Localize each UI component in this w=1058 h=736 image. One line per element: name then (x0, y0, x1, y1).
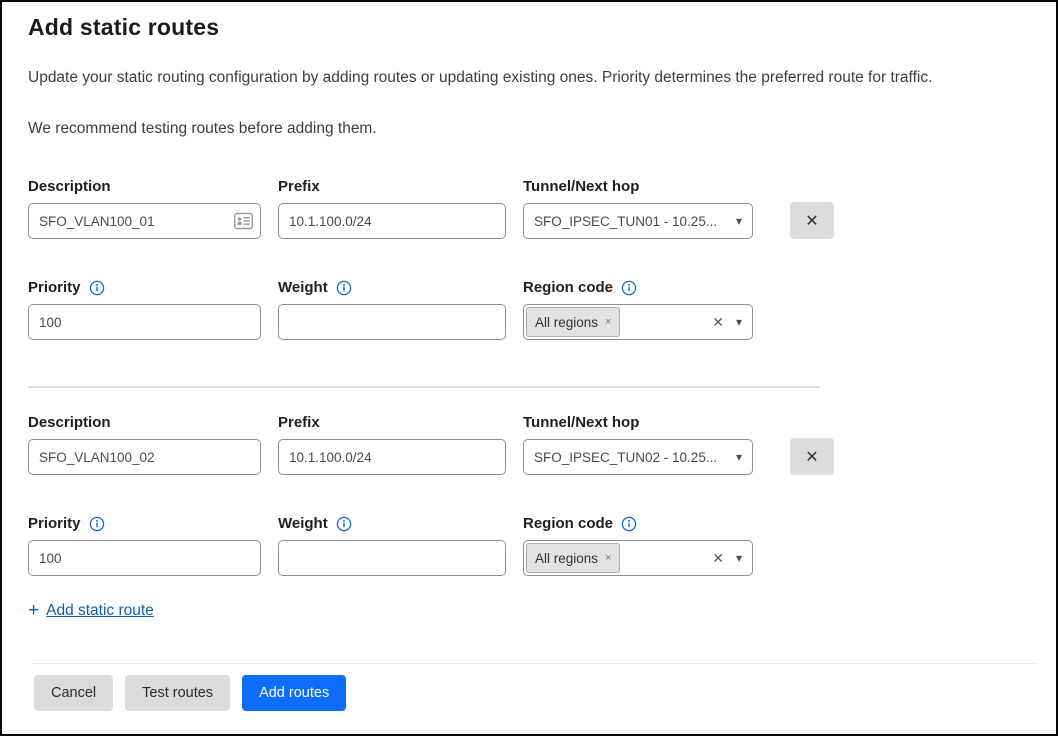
add-routes-button[interactable]: Add routes (242, 675, 346, 711)
clear-icon[interactable]: ✕ (706, 551, 730, 565)
test-routes-button[interactable]: Test routes (125, 675, 230, 711)
tunnel-selected-value: SFO_IPSEC_TUN01 - 10.25... (524, 214, 730, 229)
chip-remove-icon[interactable]: × (605, 316, 611, 328)
info-icon[interactable] (621, 516, 637, 532)
tunnel-field: Tunnel/Next hop SFO_IPSEC_TUN01 - 10.25.… (523, 178, 753, 239)
region-code-select[interactable]: All regions × ✕ ▾ (523, 304, 753, 340)
region-code-field: Region code All regions × ✕ ▾ (523, 279, 753, 340)
prefix-field: Prefix (278, 178, 506, 239)
weight-label: Weight (278, 279, 328, 296)
tunnel-field: Tunnel/Next hop SFO_IPSEC_TUN02 - 10.25.… (523, 414, 753, 475)
prefix-input[interactable] (278, 439, 506, 475)
tunnel-selected-value: SFO_IPSEC_TUN02 - 10.25... (524, 450, 730, 465)
section-divider (28, 386, 820, 388)
footer-actions: Cancel Test routes Add routes (34, 675, 346, 711)
priority-field: Priority (28, 279, 261, 340)
plus-icon: + (28, 601, 39, 620)
weight-input[interactable] (278, 540, 506, 576)
cancel-button[interactable]: Cancel (34, 675, 113, 711)
region-code-label: Region code (523, 279, 613, 296)
chevron-down-icon[interactable]: ▾ (730, 451, 752, 463)
add-static-route-link[interactable]: Add static route (46, 602, 154, 620)
tunnel-label: Tunnel/Next hop (523, 178, 753, 195)
description-input[interactable] (28, 203, 261, 239)
region-chip-label: All regions (535, 551, 598, 566)
tunnel-select[interactable]: SFO_IPSEC_TUN01 - 10.25... ▾ (523, 203, 753, 239)
priority-label: Priority (28, 279, 81, 296)
intro-text: Update your static routing configuration… (28, 69, 932, 87)
priority-label: Priority (28, 515, 81, 532)
info-icon[interactable] (336, 280, 352, 296)
recommendation-text: We recommend testing routes before addin… (28, 120, 377, 138)
description-input[interactable] (28, 439, 261, 475)
prefix-label: Prefix (278, 178, 506, 195)
description-field: Description (28, 414, 261, 475)
region-code-field: Region code All regions × ✕ ▾ (523, 515, 753, 576)
chevron-down-icon[interactable]: ▾ (730, 552, 752, 564)
prefix-label: Prefix (278, 414, 506, 431)
add-static-routes-dialog: Add static routes Update your static rou… (0, 0, 1058, 736)
route-2-options-row: Priority Weight Region code (28, 515, 753, 576)
prefix-field: Prefix (278, 414, 506, 475)
priority-field: Priority (28, 515, 261, 576)
region-chip[interactable]: All regions × (526, 307, 620, 337)
chevron-down-icon[interactable]: ▾ (730, 215, 752, 227)
weight-field: Weight (278, 515, 506, 576)
weight-field: Weight (278, 279, 506, 340)
info-icon[interactable] (89, 516, 105, 532)
region-code-label: Region code (523, 515, 613, 532)
info-icon[interactable] (89, 280, 105, 296)
remove-route-button[interactable]: ✕ (790, 202, 834, 239)
route-1-options-row: Priority Weight Region code (28, 279, 753, 340)
info-icon[interactable] (336, 516, 352, 532)
region-code-select[interactable]: All regions × ✕ ▾ (523, 540, 753, 576)
region-chip[interactable]: All regions × (526, 543, 620, 573)
chip-remove-icon[interactable]: × (605, 552, 611, 564)
weight-label: Weight (278, 515, 328, 532)
page-title: Add static routes (28, 14, 219, 41)
footer-divider (32, 663, 1037, 664)
weight-input[interactable] (278, 304, 506, 340)
contact-card-icon (234, 212, 253, 230)
tunnel-label: Tunnel/Next hop (523, 414, 753, 431)
route-1-main-row: Description Prefix Tunnel/Next hop SFO_I… (28, 178, 834, 239)
description-label: Description (28, 178, 261, 195)
route-2-main-row: Description Prefix Tunnel/Next hop SFO_I… (28, 414, 834, 475)
priority-input[interactable] (28, 304, 261, 340)
clear-icon[interactable]: ✕ (706, 315, 730, 329)
info-icon[interactable] (621, 280, 637, 296)
chevron-down-icon[interactable]: ▾ (730, 316, 752, 328)
description-label: Description (28, 414, 261, 431)
description-field: Description (28, 178, 261, 239)
tunnel-select[interactable]: SFO_IPSEC_TUN02 - 10.25... ▾ (523, 439, 753, 475)
prefix-input[interactable] (278, 203, 506, 239)
priority-input[interactable] (28, 540, 261, 576)
add-static-route-row: + Add static route (28, 601, 154, 620)
remove-route-button[interactable]: ✕ (790, 438, 834, 475)
region-chip-label: All regions (535, 315, 598, 330)
